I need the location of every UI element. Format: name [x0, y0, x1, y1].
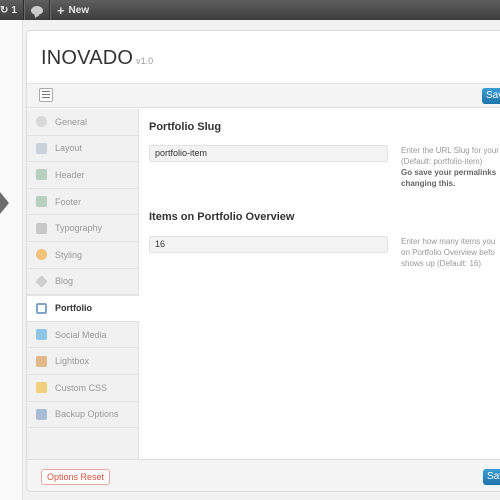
portfolio-items-input[interactable]: 16: [149, 236, 388, 253]
save-button-top[interactable]: Save: [482, 88, 500, 104]
updates-count: 1: [11, 4, 17, 16]
desc-line: (Default: portfolio-item): [401, 157, 483, 166]
options-reset-button[interactable]: Options Reset: [41, 469, 111, 485]
desc-line: Enter the URL Slug for your: [401, 146, 499, 155]
expand-icon[interactable]: [39, 88, 53, 102]
desc-line: on Portfolio Overview befo: [401, 248, 495, 257]
updates-icon: ↻: [0, 4, 9, 16]
desc-line-bold: Go save your permalinks: [401, 167, 500, 178]
general-icon: [36, 116, 47, 128]
comments-item[interactable]: [25, 0, 49, 20]
styling-icon: [36, 249, 47, 261]
portfolio-slug-input[interactable]: portfolio-item: [149, 145, 388, 162]
panel-footer: Options Reset Save: [27, 459, 500, 491]
sidebar-item-label: Custom CSS: [55, 382, 108, 393]
updates-item[interactable]: ↻ 1: [0, 0, 23, 20]
sidebar-item-label: Typography: [55, 223, 103, 234]
sidebar-item-lightbox[interactable]: Lightbox: [27, 348, 138, 375]
header-icon: [36, 169, 47, 181]
theme-version: v1.0: [136, 56, 154, 66]
sidebar-item-label: General: [55, 116, 88, 127]
panel-body: General Layout Header Footer Typography …: [27, 109, 500, 459]
sidebar-item-styling[interactable]: Styling: [27, 242, 138, 269]
current-menu-arrow-icon: [0, 192, 9, 214]
footer-icon: [36, 196, 47, 208]
desc-line: shows up (Default: 16): [401, 259, 482, 268]
layout-icon: [36, 142, 47, 154]
sidebar-item-label: Lightbox: [55, 356, 90, 367]
panel-header: INOVADO v1.0: [27, 31, 500, 84]
sidebar-item-custom-css[interactable]: Custom CSS: [27, 375, 138, 402]
options-panel: INOVADOv1.0 Save General Layout Header F…: [26, 30, 500, 492]
section-title: Portfolio Slug: [149, 121, 222, 133]
sidebar-item-label: Portfolio: [55, 303, 92, 314]
desc-bold-text: Go save your permalinks: [401, 168, 497, 177]
portfolio-icon: [36, 302, 47, 314]
custom-css-icon: [36, 382, 47, 394]
panel-toolbar: Save: [27, 84, 500, 108]
section-title: Items on Portfolio Overview: [149, 211, 295, 223]
sidebar-item-blog[interactable]: Blog: [27, 269, 138, 296]
new-content-item[interactable]: + New: [51, 0, 95, 20]
sidebar-item-label: Blog: [55, 276, 74, 287]
sidebar-item-label: Header: [55, 169, 85, 180]
desc-line-bold: changing this.: [401, 178, 500, 189]
sidebar-item-backup-options[interactable]: Backup Options: [27, 402, 138, 429]
blog-icon: [35, 275, 48, 288]
sidebar-item-social-media[interactable]: Social Media: [27, 322, 138, 349]
options-sidebar: General Layout Header Footer Typography …: [27, 109, 139, 459]
portfolio-slug-description: Enter the URL Slug for your (Default: po…: [401, 145, 500, 189]
social-media-icon: [36, 329, 47, 341]
sidebar-item-footer[interactable]: Footer: [27, 189, 138, 216]
backup-options-icon: [36, 408, 47, 420]
desc-line: Enter how many items you: [401, 237, 496, 246]
save-button-bottom[interactable]: Save: [483, 469, 500, 485]
options-content: Portfolio Slug portfolio-item Enter the …: [140, 109, 500, 459]
sidebar-item-typography[interactable]: Typography: [27, 215, 138, 242]
sidebar-item-label: Footer: [55, 196, 82, 207]
comment-bubble-icon: [30, 5, 43, 15]
sidebar-item-label: Styling: [55, 249, 83, 260]
sidebar-item-portfolio[interactable]: Portfolio: [27, 295, 139, 322]
sidebar-item-layout[interactable]: Layout: [27, 136, 138, 163]
typography-icon: [36, 222, 47, 234]
sidebar-item-label: Layout: [55, 143, 83, 154]
portfolio-items-description: Enter how many items you on Portfolio Ov…: [401, 236, 500, 269]
lightbox-icon: [36, 355, 47, 367]
sidebar-item-header[interactable]: Header: [27, 162, 138, 189]
sidebar-item-label: Social Media: [55, 329, 107, 340]
sidebar-item-label: Backup Options: [55, 409, 119, 420]
theme-logo: INOVADO: [41, 47, 134, 69]
new-label: New: [68, 4, 90, 16]
plus-icon: +: [56, 2, 65, 18]
admin-bar: ↻ 1 + New: [0, 0, 500, 20]
desc-bold-text: changing this.: [401, 179, 456, 188]
sidebar-item-general[interactable]: General: [27, 109, 138, 136]
admin-menu: [0, 20, 23, 500]
